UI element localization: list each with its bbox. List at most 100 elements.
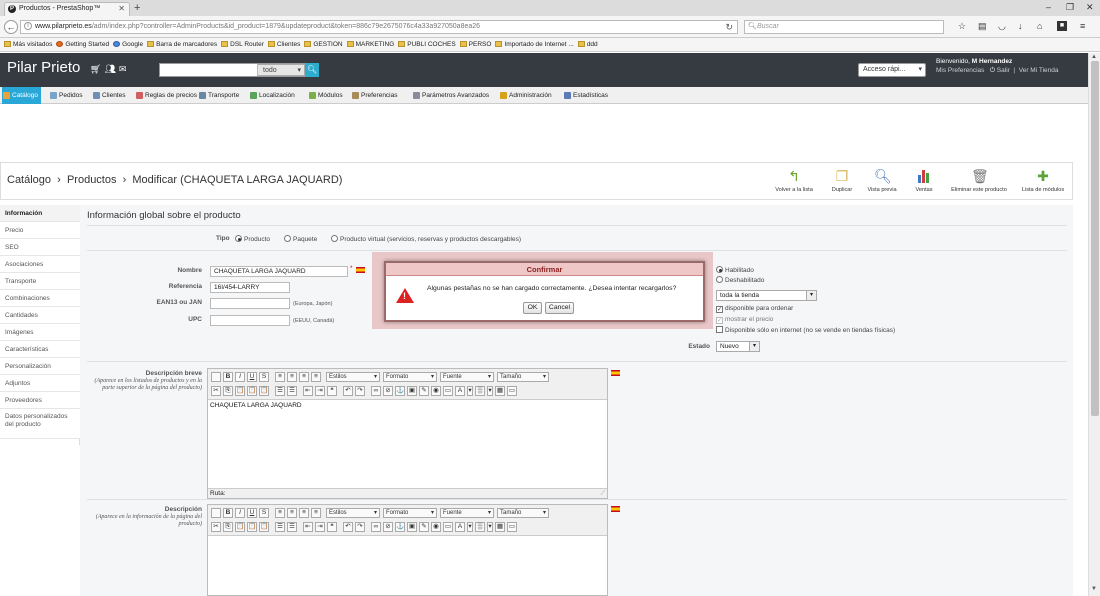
- ean13-field[interactable]: [210, 298, 290, 309]
- size-select[interactable]: Tamaño: [497, 372, 549, 382]
- reference-field[interactable]: 16I/454-LARRY: [210, 282, 290, 293]
- product-tab[interactable]: Cantidades: [0, 307, 80, 324]
- chevron-down-icon[interactable]: ▾: [467, 386, 473, 396]
- align-right-icon[interactable]: ≡: [299, 508, 309, 518]
- fullscreen-icon[interactable]: ▭: [507, 522, 517, 532]
- spanish-flag-icon[interactable]: [356, 267, 365, 273]
- home-icon[interactable]: ⌂: [1037, 21, 1042, 31]
- unlink-icon[interactable]: ⊘: [383, 386, 393, 396]
- indent-icon[interactable]: ⇥: [315, 386, 325, 396]
- cart-icon[interactable]: 🛒︎: [90, 64, 104, 74]
- bookmark-item[interactable]: GESTION: [304, 38, 343, 51]
- blockquote-icon[interactable]: ❝: [327, 386, 337, 396]
- short-description-content[interactable]: CHAQUETA LARGA JAQUARD: [210, 402, 302, 409]
- product-tab[interactable]: Transporte: [0, 273, 80, 290]
- show-price-checkbox[interactable]: ✓ mostrar el precio: [716, 316, 773, 324]
- blockquote-icon[interactable]: ❝: [327, 522, 337, 532]
- undo-icon[interactable]: ↶: [343, 386, 353, 396]
- scrollbar-thumb[interactable]: [1091, 61, 1099, 416]
- menu-item[interactable]: Módulos: [308, 87, 343, 104]
- cleanup-icon[interactable]: ✎: [419, 522, 429, 532]
- format-select[interactable]: Formato: [383, 508, 437, 518]
- product-tab[interactable]: Información: [0, 205, 80, 222]
- chevron-down-icon[interactable]: ▾: [467, 522, 473, 532]
- format-select[interactable]: Formato: [383, 372, 437, 382]
- paste-word-icon[interactable]: 📋: [259, 522, 269, 532]
- bullet-list-icon[interactable]: ☰: [275, 386, 285, 396]
- underline-icon[interactable]: U: [247, 372, 257, 382]
- url-bar[interactable]: i www.pilarprieto.es/adm/index.php?contr…: [20, 20, 738, 34]
- bookmark-item[interactable]: Barra de marcadores: [147, 38, 217, 51]
- new-document-icon[interactable]: [211, 372, 221, 382]
- product-tab[interactable]: Asociaciones: [0, 256, 80, 273]
- maximize-icon[interactable]: ❐: [1066, 2, 1074, 13]
- description-editor[interactable]: BIUS≡≡≡≡EstilosFormatoFuenteTamaño✂⎘📋📋📋☰…: [207, 504, 608, 596]
- bookmark-item[interactable]: DSL Router: [221, 38, 264, 51]
- downloads-icon[interactable]: ↓: [1018, 21, 1023, 31]
- breadcrumb-catalog[interactable]: Catálogo: [7, 174, 51, 186]
- logout-link[interactable]: Salir: [997, 67, 1010, 74]
- cut-icon[interactable]: ✂: [211, 522, 221, 532]
- bookmark-item[interactable]: Google: [113, 38, 143, 51]
- type-pack-radio[interactable]: Paquete: [284, 235, 317, 243]
- font-select[interactable]: Fuente: [440, 372, 494, 382]
- back-button[interactable]: ←: [4, 20, 18, 34]
- justify-icon[interactable]: ≡: [311, 372, 321, 382]
- code-icon[interactable]: ▭: [443, 386, 453, 396]
- product-tab[interactable]: Proveedores: [0, 392, 80, 409]
- product-tab[interactable]: Combinaciones: [0, 290, 80, 307]
- bookmark-item[interactable]: PUBLI COCHES: [398, 38, 456, 51]
- breadcrumb-products[interactable]: Productos: [67, 174, 117, 186]
- menu-icon[interactable]: ≡: [1080, 21, 1085, 31]
- menu-item[interactable]: Clientes: [92, 87, 125, 104]
- close-tab-icon[interactable]: ✕: [118, 3, 125, 15]
- bookmark-item[interactable]: Clientes: [267, 38, 300, 51]
- product-tab[interactable]: Personalización: [0, 358, 80, 375]
- paste-icon[interactable]: 📋: [235, 522, 245, 532]
- help-icon[interactable]: ◉: [431, 386, 441, 396]
- visibility-select[interactable]: toda la tienda ▾: [716, 290, 817, 301]
- styles-select[interactable]: Estilos: [326, 508, 380, 518]
- status-disabled-radio[interactable]: Deshabilitado: [716, 276, 764, 284]
- italic-icon[interactable]: I: [235, 508, 245, 518]
- quick-access-select[interactable]: Acceso rápi...: [858, 63, 926, 77]
- menu-item[interactable]: Localización: [249, 87, 295, 104]
- image-icon[interactable]: ▣: [407, 386, 417, 396]
- messages-icon[interactable]: ✉: [119, 64, 130, 74]
- link-icon[interactable]: ∞: [371, 522, 381, 532]
- new-tab-button[interactable]: +: [134, 2, 140, 14]
- scroll-down-icon[interactable]: ▼: [1091, 586, 1097, 592]
- undo-icon[interactable]: ↶: [343, 522, 353, 532]
- view-shop-link[interactable]: Ver Mi Tienda: [1019, 67, 1059, 74]
- sales-button[interactable]: Ventas: [909, 167, 939, 197]
- redo-icon[interactable]: ↷: [355, 522, 365, 532]
- font-select[interactable]: Fuente: [440, 508, 494, 518]
- customers-icon[interactable]: 👥︎: [104, 64, 118, 74]
- bookmark-item[interactable]: Más visitados: [4, 38, 52, 51]
- chevron-down-icon[interactable]: ▾: [487, 386, 493, 396]
- type-product-radio[interactable]: Producto: [235, 235, 270, 243]
- bookmark-item[interactable]: ddd: [577, 38, 598, 51]
- vertical-scrollbar[interactable]: ▲ ▼: [1088, 53, 1100, 596]
- paste-text-icon[interactable]: 📋: [247, 522, 257, 532]
- outdent-icon[interactable]: ⇤: [303, 522, 313, 532]
- numbered-list-icon[interactable]: ☰: [287, 522, 297, 532]
- spanish-flag-icon[interactable]: [611, 370, 620, 376]
- cut-icon[interactable]: ✂: [211, 386, 221, 396]
- table-icon[interactable]: ▦: [495, 386, 505, 396]
- chevron-down-icon[interactable]: ▾: [487, 522, 493, 532]
- cleanup-icon[interactable]: ✎: [419, 386, 429, 396]
- pocket-icon[interactable]: ◡: [998, 21, 1006, 32]
- align-right-icon[interactable]: ≡: [299, 372, 309, 382]
- product-tab[interactable]: SEO: [0, 239, 80, 256]
- online-only-checkbox[interactable]: Disponible sólo en internet (no se vende…: [716, 326, 895, 334]
- product-tab[interactable]: Adjuntos: [0, 375, 80, 392]
- upc-field[interactable]: [210, 315, 290, 326]
- bookmark-star-icon[interactable]: ☆: [958, 21, 966, 32]
- image-icon[interactable]: ▣: [407, 522, 417, 532]
- duplicate-button[interactable]: ❐ Duplicar: [827, 167, 857, 197]
- menu-item[interactable]: Estadísticas: [563, 87, 608, 104]
- numbered-list-icon[interactable]: ☰: [287, 386, 297, 396]
- underline-icon[interactable]: U: [247, 508, 257, 518]
- minimize-icon[interactable]: –: [1046, 2, 1051, 12]
